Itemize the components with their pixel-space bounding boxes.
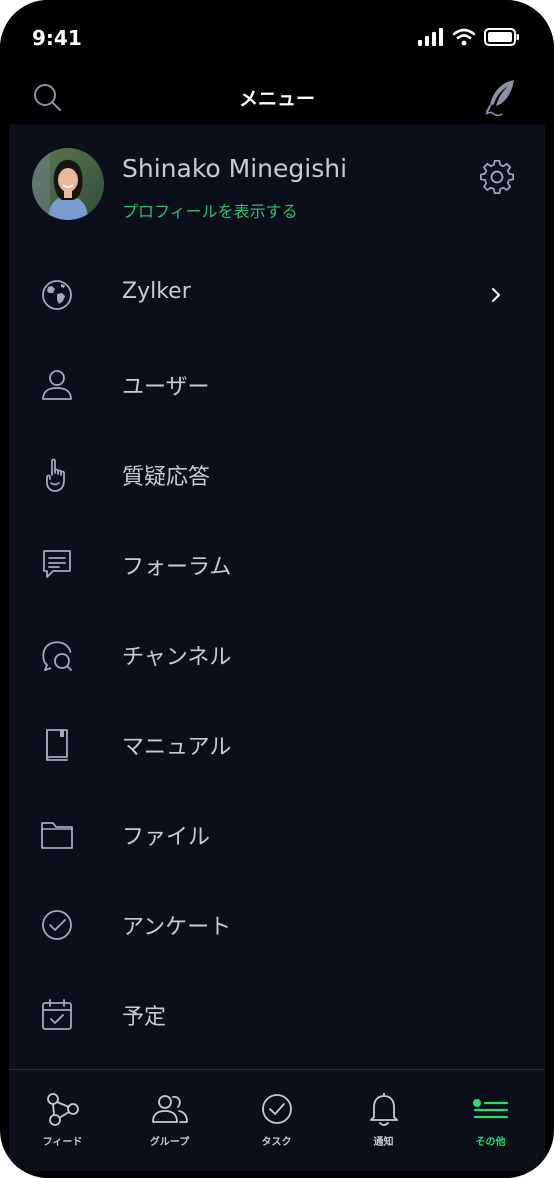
tab-label: その他 [475, 1137, 506, 1148]
profile-name: Shinako Minegishi [122, 154, 348, 183]
menu-item-manual[interactable]: マニュアル [9, 700, 545, 790]
wifi-icon [452, 28, 476, 46]
user-icon [39, 367, 75, 403]
status-bar: 9:41 [0, 0, 554, 76]
manual-icon [39, 727, 75, 763]
tab-groups[interactable]: グループ [116, 1070, 223, 1170]
menu-item-channel[interactable]: チャンネル [9, 610, 545, 700]
more-menu-icon [472, 1090, 510, 1128]
tab-more[interactable]: その他 [437, 1070, 544, 1170]
menu-item-label: Zylker [122, 279, 191, 304]
battery-icon [484, 28, 520, 46]
menu-item-qa[interactable]: 質疑応答 [9, 430, 545, 520]
menu-item-label: チャンネル [122, 645, 232, 670]
feather-quill-icon [484, 78, 518, 116]
compose-button[interactable] [484, 78, 518, 116]
page-title: メニュー [238, 88, 315, 110]
avatar[interactable] [32, 148, 104, 220]
globe-icon [39, 277, 75, 313]
tab-label: 通知 [373, 1137, 394, 1148]
forum-icon [39, 547, 75, 583]
menu-item-label: ユーザー [122, 375, 210, 400]
phone-frame: 9:41 メニュー Shinako Minegishi プロフィールを表示する … [0, 0, 554, 1178]
tab-tasks[interactable]: タスク [223, 1070, 330, 1170]
status-icons [418, 28, 520, 46]
gear-icon [479, 159, 515, 195]
tab-label: グループ [149, 1137, 190, 1148]
tab-label: タスク [261, 1137, 292, 1148]
raised-hand-icon [39, 457, 75, 493]
tab-label: フィード [42, 1137, 83, 1148]
calendar-icon [39, 997, 75, 1033]
profile-section[interactable]: Shinako Minegishi プロフィールを表示する [9, 124, 545, 244]
menu-item-label: フォーラム [122, 555, 232, 580]
status-time: 9:41 [32, 26, 82, 50]
app-header: メニュー [0, 76, 554, 124]
menu-item-poll[interactable]: アンケート [9, 880, 545, 970]
channel-icon [39, 637, 75, 673]
signal-icon [418, 28, 444, 46]
task-icon [258, 1090, 296, 1128]
menu-item-events[interactable]: 予定 [9, 970, 545, 1060]
tab-notifications[interactable]: 通知 [330, 1070, 437, 1170]
menu-item-forum[interactable]: フォーラム [9, 520, 545, 610]
menu-item-zylker[interactable]: Zylker [9, 250, 545, 340]
tab-feed[interactable]: フィード [9, 1070, 116, 1170]
menu-item-files[interactable]: ファイル [9, 790, 545, 880]
menu-item-label: マニュアル [122, 735, 232, 760]
menu-content: Shinako Minegishi プロフィールを表示する Zylker ユーザ… [9, 124, 545, 1070]
groups-icon [151, 1090, 189, 1128]
settings-button[interactable] [479, 159, 515, 195]
menu-item-label: アンケート [122, 915, 232, 940]
folder-icon [39, 817, 75, 853]
bell-icon [365, 1090, 403, 1128]
poll-icon [39, 907, 75, 943]
bottom-tab-bar: フィード グループ タスク 通知 その他 [9, 1069, 545, 1171]
view-profile-link[interactable]: プロフィールを表示する [122, 198, 298, 222]
menu-item-users[interactable]: ユーザー [9, 340, 545, 430]
menu-item-label: ファイル [122, 825, 211, 850]
menu-item-label: 質疑応答 [122, 465, 211, 490]
chevron-right-icon [487, 282, 507, 308]
menu-item-label: 予定 [122, 1005, 167, 1030]
feed-icon [44, 1090, 82, 1128]
